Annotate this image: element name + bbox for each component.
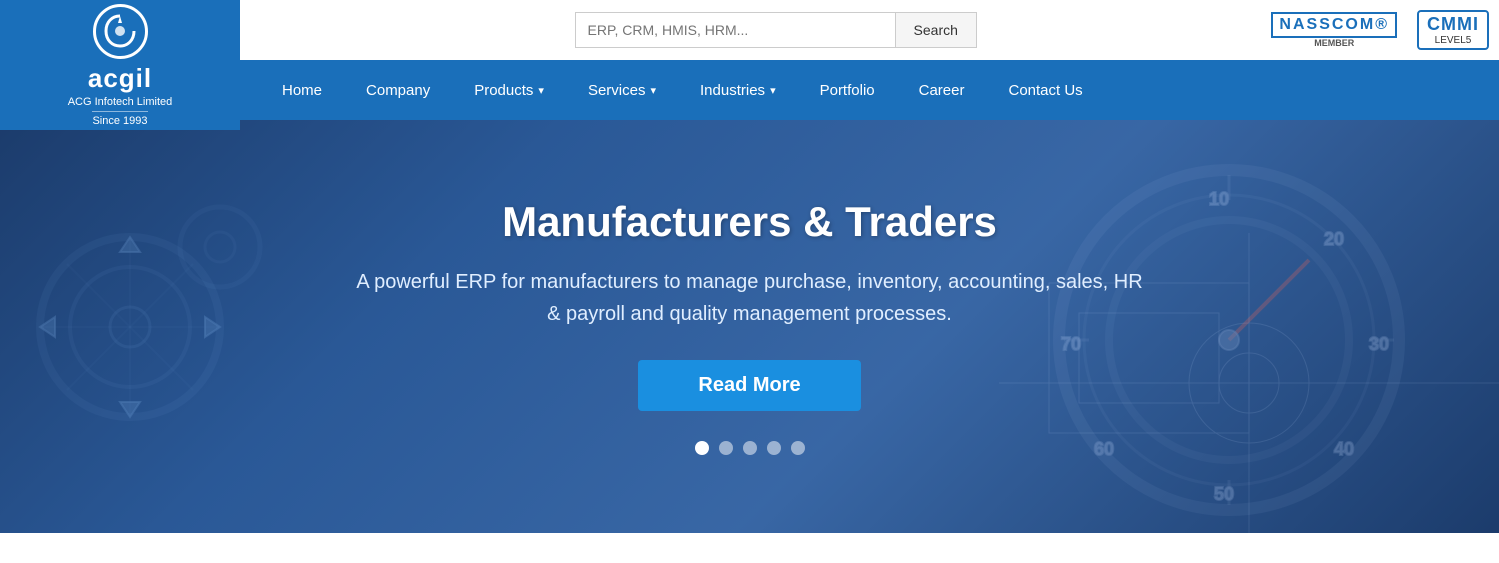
carousel-dot-5[interactable] bbox=[791, 441, 805, 455]
logo-since: Since 1993 bbox=[92, 111, 147, 127]
nasscom-logo: NASSCOM® bbox=[1271, 12, 1397, 38]
carousel-dot-4[interactable] bbox=[767, 441, 781, 455]
carousel-dot-3[interactable] bbox=[743, 441, 757, 455]
nav-item-company[interactable]: Company bbox=[344, 60, 452, 120]
nav-item-portfolio[interactable]: Portfolio bbox=[798, 60, 897, 120]
partner-badges: NASSCOM® MEMBER CMMI LEVEL5 bbox=[1271, 10, 1489, 50]
search-button[interactable]: Search bbox=[895, 12, 977, 48]
industries-chevron: ▾ bbox=[770, 84, 776, 97]
hero-title: Manufacturers & Traders bbox=[502, 198, 997, 246]
nav-item-services[interactable]: Services ▾ bbox=[566, 60, 678, 120]
logo[interactable]: acgil ACG Infotech Limited Since 1993 bbox=[0, 0, 240, 130]
nav-item-industries[interactable]: Industries ▾ bbox=[678, 60, 798, 120]
nav-item-home[interactable]: Home bbox=[260, 60, 344, 120]
cmmi-badge: CMMI LEVEL5 bbox=[1417, 10, 1489, 50]
hero-content: Manufacturers & Traders A powerful ERP f… bbox=[0, 120, 1499, 533]
cmmi-level-label: LEVEL5 bbox=[1435, 35, 1472, 46]
products-chevron: ▾ bbox=[538, 84, 544, 97]
cmmi-label: CMMI bbox=[1427, 14, 1479, 35]
nasscom-sub-label: MEMBER bbox=[1314, 38, 1354, 48]
logo-brand-name: acgil bbox=[88, 63, 152, 94]
logo-icon bbox=[93, 4, 148, 59]
carousel-dots bbox=[695, 441, 805, 455]
hero-section: 10 20 30 40 50 60 70 Manufacturers & Tra… bbox=[0, 120, 1499, 533]
nav-item-career[interactable]: Career bbox=[897, 60, 987, 120]
carousel-dot-1[interactable] bbox=[695, 441, 709, 455]
search-area: Search bbox=[280, 12, 1271, 48]
logo-company-name: ACG Infotech Limited bbox=[68, 96, 173, 108]
nav-item-products[interactable]: Products ▾ bbox=[452, 60, 566, 120]
nav-item-contact[interactable]: Contact Us bbox=[986, 60, 1104, 120]
carousel-dot-2[interactable] bbox=[719, 441, 733, 455]
services-chevron: ▾ bbox=[650, 84, 656, 97]
nasscom-badge: NASSCOM® MEMBER bbox=[1271, 12, 1397, 48]
search-input[interactable] bbox=[575, 12, 895, 48]
hero-description: A powerful ERP for manufacturers to mana… bbox=[350, 266, 1150, 330]
read-more-button[interactable]: Read More bbox=[638, 360, 860, 411]
